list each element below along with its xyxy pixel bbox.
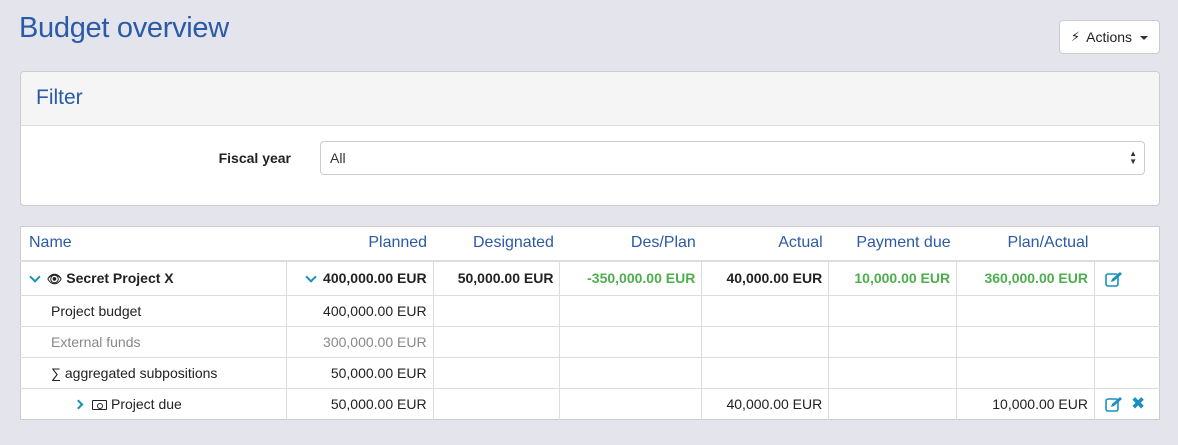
table-row-project: 👁︎ Secret Project X 400,000.00 EUR 50,000… <box>20 260 1160 296</box>
edit-icon[interactable] <box>1105 270 1123 287</box>
row-planned: 50,000.00 EUR <box>285 388 434 420</box>
actions-button[interactable]: ⚡︎ Actions <box>1059 20 1160 54</box>
column-header-payment-due[interactable]: Payment due <box>828 226 957 262</box>
project-des-plan: -350,000.00 EUR <box>559 260 702 296</box>
collapse-chevron-icon[interactable] <box>29 271 41 283</box>
project-actions-cell <box>1093 260 1160 296</box>
table-row: Project budget 400,000.00 EUR <box>20 295 1160 327</box>
project-planned-cell: 400,000.00 EUR <box>285 260 434 296</box>
delete-icon[interactable]: ✖︎ <box>1131 394 1145 414</box>
row-name-cell: Project due <box>20 388 287 420</box>
table-row: Project due 50,000.00 EUR 40,000.00 EUR … <box>20 388 1160 420</box>
project-name[interactable]: Secret Project X <box>66 270 173 286</box>
column-header-planned[interactable]: Planned <box>286 226 434 262</box>
project-planned: 400,000.00 EUR <box>323 270 427 287</box>
column-header-plan-actual[interactable]: Plan/Actual <box>956 226 1095 262</box>
row-planned: 300,000.00 EUR <box>285 326 434 358</box>
row-name: Project budget <box>20 295 287 327</box>
column-header-name[interactable]: Name <box>20 226 287 262</box>
row-planned: 400,000.00 EUR <box>285 295 434 327</box>
column-header-des-plan[interactable]: Des/Plan <box>559 226 702 262</box>
column-header-actions <box>1094 226 1160 262</box>
row-planned: 50,000.00 EUR <box>285 357 434 389</box>
project-designated: 50,000.00 EUR <box>432 260 560 296</box>
fiscal-year-label: Fiscal year <box>218 150 291 166</box>
row-name[interactable]: Project due <box>111 396 182 412</box>
money-icon <box>92 400 107 410</box>
fiscal-year-value: All <box>330 150 346 166</box>
budget-table: Name Planned Designated Des/Plan Actual … <box>20 226 1160 420</box>
actions-button-label: Actions <box>1086 29 1133 45</box>
filter-heading: Filter <box>21 72 1159 126</box>
project-actual: 40,000.00 EUR <box>701 260 829 296</box>
select-arrows-icon: ▲ ▼ <box>1129 149 1137 166</box>
page-title: Budget overview <box>19 12 229 44</box>
project-plan-actual: 360,000.00 EUR <box>956 260 1095 296</box>
expand-chevron-icon[interactable] <box>73 399 84 410</box>
table-row: External funds 300,000.00 EUR <box>20 326 1160 358</box>
project-name-cell: 👁︎ Secret Project X <box>20 260 287 296</box>
binoculars-icon: 👁︎ <box>47 272 63 287</box>
fiscal-year-select[interactable]: All ▲ ▼ <box>320 141 1145 175</box>
caret-down-icon <box>1140 36 1149 40</box>
row-name: External funds <box>20 326 287 358</box>
column-header-designated[interactable]: Designated <box>433 226 560 262</box>
filter-panel: Filter Fiscal year All ▲ ▼ <box>20 71 1160 206</box>
row-plan-actual: 10,000.00 EUR <box>956 388 1095 420</box>
project-payment-due: 10,000.00 EUR <box>828 260 957 296</box>
bolt-icon: ⚡︎ <box>1070 29 1081 44</box>
table-row: ∑ aggregated subpositions 50,000.00 EUR <box>20 357 1160 389</box>
row-name: ∑ aggregated subpositions <box>20 357 287 389</box>
column-header-actual[interactable]: Actual <box>701 226 829 262</box>
edit-icon[interactable] <box>1105 395 1123 412</box>
planned-expand-chevron-icon[interactable] <box>305 271 317 283</box>
row-actual: 40,000.00 EUR <box>701 388 829 420</box>
table-header-row: Name Planned Designated Des/Plan Actual … <box>20 226 1160 262</box>
row-actions-cell: ✖︎ <box>1093 388 1160 420</box>
